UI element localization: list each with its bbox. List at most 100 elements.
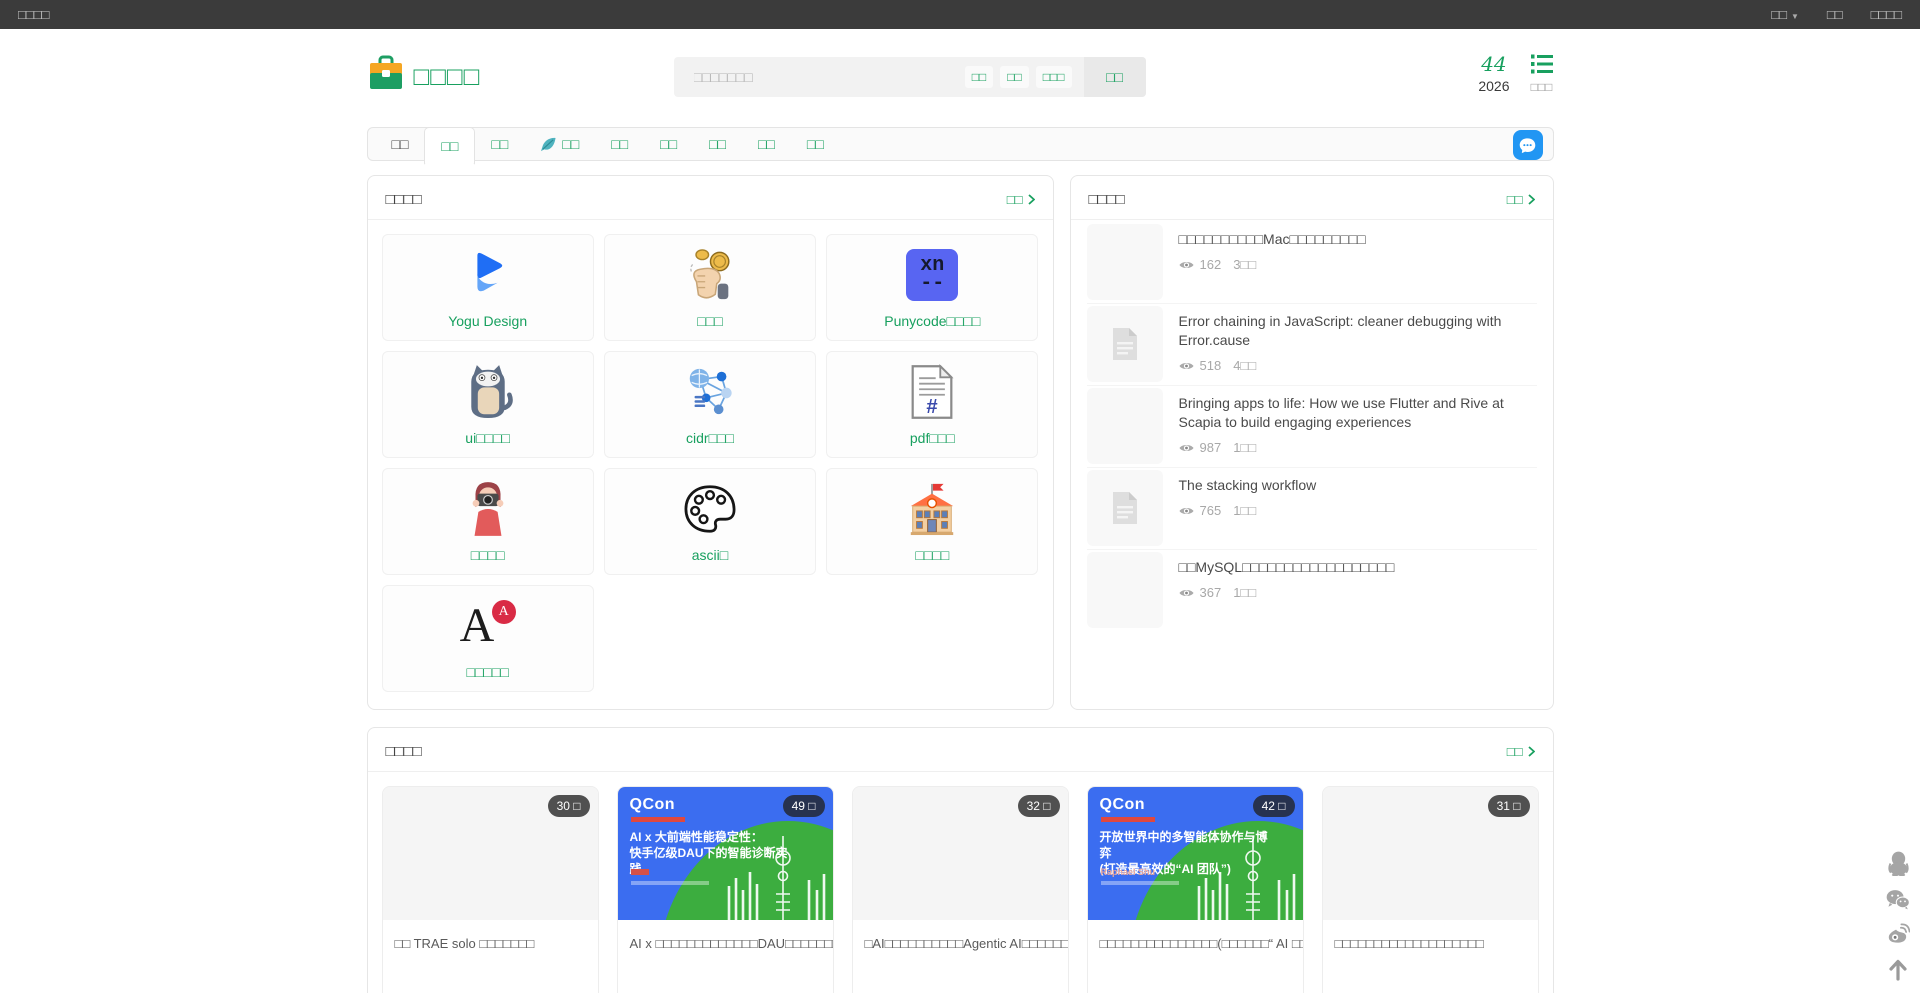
- chevron-right-icon: [1028, 194, 1035, 205]
- video-card-3[interactable]: 32 □ □AI□□□□□□□□□□Agentic AI□□□□□□□: [852, 786, 1069, 993]
- tab-2-active[interactable]: □□: [424, 127, 475, 165]
- tools-more-link[interactable]: □□: [1007, 192, 1035, 207]
- topbar-menu-dropdown[interactable]: □□▼: [1771, 7, 1799, 22]
- duration-badge: 31 □: [1488, 795, 1530, 817]
- speaker-role-bar: [631, 881, 709, 885]
- top-bar: □□□□ □□▼ □□ □□□□: [0, 0, 1920, 29]
- video-cover-placeholder: 32 □: [853, 787, 1068, 920]
- cover-title: AI x 大前端性能稳定性： 快手亿级DAU下的智能诊断实践: [630, 829, 799, 877]
- briefcase-logo-icon: [367, 55, 405, 98]
- tab-5[interactable]: □□: [595, 128, 644, 160]
- chevron-right-icon: [1528, 746, 1535, 757]
- document-hash-icon: #: [909, 363, 955, 421]
- qcon-subtitle-bar: [1101, 817, 1155, 822]
- videos-more-link[interactable]: □□: [1507, 744, 1535, 759]
- article-item-4[interactable]: The stacking workflow 765 1□□: [1087, 468, 1537, 550]
- time-ago: 1□□: [1233, 585, 1256, 600]
- category-tabs: □□ □□ □□ □□ □□ □□ □□ □□ □□: [367, 127, 1554, 161]
- document-icon: [1111, 327, 1139, 361]
- wechat-icon[interactable]: [1886, 889, 1910, 910]
- video-card-2[interactable]: QCon AI x 大前端性能稳定性： 快手亿级DAU下的智能诊断实践 49 □…: [617, 786, 834, 993]
- document-icon: [1111, 491, 1139, 525]
- qcon-logo: QCon: [630, 796, 676, 814]
- videos-section-title: □□□□: [386, 743, 422, 760]
- tool-yogu-design[interactable]: Yogu Design: [382, 234, 594, 341]
- caret-down-icon: ▼: [1791, 12, 1799, 21]
- article-item-2[interactable]: Error chaining in JavaScript: cleaner de…: [1087, 304, 1537, 386]
- article-item-3[interactable]: Bringing apps to life: How we use Flutte…: [1087, 386, 1537, 468]
- view-count: 367: [1200, 585, 1222, 600]
- topbar-brand[interactable]: □□□□: [18, 7, 49, 22]
- feather-bird-icon: [540, 137, 557, 152]
- photographer-icon: [463, 480, 513, 538]
- tools-section: □□□□ □□ Yogu Design: [367, 175, 1054, 710]
- video-card-4[interactable]: QCon 开放世界中的多智能体协作与博弈 (打造最高效的“AI 团队”) Rap…: [1087, 786, 1304, 993]
- numbered-list-icon: [1530, 53, 1554, 75]
- video-card-row: 30 □ □□ TRAE solo □□□□□□□: [368, 772, 1553, 993]
- view-count: 518: [1200, 358, 1222, 373]
- site-title: □□□□: [414, 61, 481, 92]
- view-count: 765: [1200, 503, 1222, 518]
- font-letter-icon: A A: [460, 600, 516, 652]
- article-thumbnail: [1087, 388, 1163, 464]
- tool-school[interactable]: □□□□: [826, 468, 1038, 575]
- tools-section-title: □□□□: [386, 191, 422, 208]
- back-to-top-icon[interactable]: [1887, 957, 1909, 981]
- duration-badge: 30 □: [548, 795, 590, 817]
- coin-flip-hand-icon: [683, 246, 737, 304]
- floating-share-bar: [1886, 851, 1910, 981]
- speaker-name: Raphael Shu: [1101, 867, 1156, 877]
- yogu-design-logo: [461, 246, 515, 304]
- tool-punycode[interactable]: xn -- Punycode□□□□: [826, 234, 1038, 341]
- tool-photo[interactable]: □□□□: [382, 468, 594, 575]
- chat-bubble-icon: [1518, 136, 1537, 155]
- tool-coin[interactable]: □□□: [604, 234, 816, 341]
- video-card-5[interactable]: 31 □ □□□□□□□□□□□□□□□□□□□: [1322, 786, 1539, 993]
- school-building-icon: [904, 480, 960, 538]
- tab-4[interactable]: □□: [524, 128, 595, 160]
- tab-9[interactable]: □□: [791, 128, 840, 160]
- article-item-1[interactable]: □□□□□□□□□□Mac□□□□□□□□□ 162 3□□: [1087, 222, 1537, 304]
- tab-8[interactable]: □□: [742, 128, 791, 160]
- article-item-5[interactable]: □□MySQL□□□□□□□□□□□□□□□□□□ 367 1□□: [1087, 550, 1537, 631]
- video-cover-placeholder: 30 □: [383, 787, 598, 920]
- tab-3[interactable]: □□: [475, 128, 524, 160]
- time-ago: 3□□: [1233, 257, 1256, 272]
- stat-list-block[interactable]: □□□: [1530, 53, 1554, 94]
- tab-6[interactable]: □□: [644, 128, 693, 160]
- stat-count-block: 44 2026: [1478, 53, 1509, 94]
- stat-list-label: □□□: [1530, 80, 1554, 94]
- tool-pdf[interactable]: # pdf□□□: [826, 351, 1038, 458]
- tab-7[interactable]: □□: [693, 128, 742, 160]
- weibo-icon[interactable]: [1886, 923, 1910, 944]
- search-button[interactable]: □□: [1084, 57, 1146, 97]
- eye-icon: [1179, 361, 1194, 371]
- tool-font[interactable]: A A □□□□□: [382, 585, 594, 692]
- video-card-1[interactable]: 30 □ □□ TRAE solo □□□□□□□: [382, 786, 599, 993]
- article-thumbnail: [1087, 306, 1163, 382]
- chat-button[interactable]: [1513, 130, 1543, 160]
- time-ago: 1□□: [1233, 440, 1256, 455]
- tool-ascii[interactable]: ascii□: [604, 468, 816, 575]
- topbar-link-2[interactable]: □□□□: [1871, 7, 1902, 22]
- articles-section: □□□□ □□ □□□□□□□□□□Mac□□□□□□□□□ 162 3□□: [1070, 175, 1554, 710]
- hot-keyword-2[interactable]: □□: [1000, 66, 1029, 88]
- qq-icon[interactable]: [1888, 851, 1909, 876]
- site-logo[interactable]: □□□□: [367, 55, 481, 98]
- xn-punycode-icon: xn --: [906, 249, 958, 301]
- tool-cidr[interactable]: cidr□□□: [604, 351, 816, 458]
- hot-keyword-1[interactable]: □□: [965, 66, 994, 88]
- article-thumbnail: [1087, 552, 1163, 628]
- eye-icon: [1179, 260, 1194, 270]
- articles-more-link[interactable]: □□: [1507, 192, 1535, 207]
- topbar-link-1[interactable]: □□: [1827, 7, 1843, 22]
- hot-keyword-3[interactable]: □□□: [1036, 66, 1072, 88]
- search-input[interactable]: [674, 57, 965, 97]
- duration-badge: 49 □: [783, 795, 825, 817]
- qcon-cover-image: QCon 开放世界中的多智能体协作与博弈 (打造最高效的“AI 团队”) Rap…: [1088, 787, 1303, 920]
- header-stats: 44 2026 □□□: [1478, 53, 1553, 94]
- chevron-right-icon: [1528, 194, 1535, 205]
- tool-ui-icons[interactable]: ui□□□□: [382, 351, 594, 458]
- speaker-name-bar: [631, 869, 649, 875]
- tab-1[interactable]: □□: [376, 128, 425, 160]
